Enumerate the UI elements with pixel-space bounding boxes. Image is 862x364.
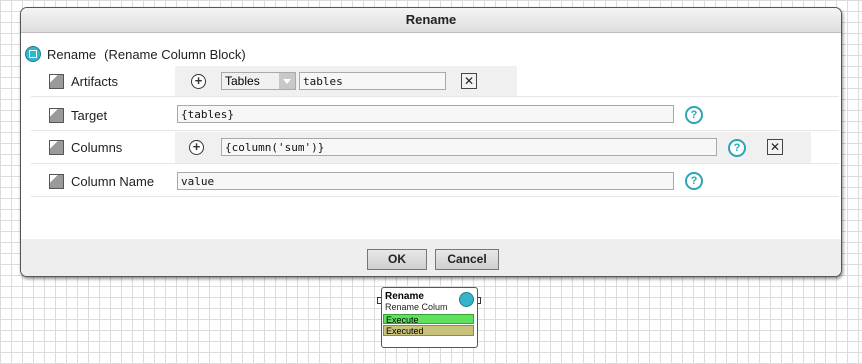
remove-icon[interactable]: ✕ (461, 73, 477, 89)
cancel-button[interactable]: Cancel (435, 249, 499, 270)
add-icon[interactable]: + (189, 140, 204, 155)
help-icon[interactable]: ? (728, 139, 746, 157)
node-title: Rename (385, 291, 424, 302)
artifacts-field[interactable]: tables (299, 72, 446, 90)
columns-field[interactable]: {column('sum')} (221, 138, 717, 156)
property-icon (49, 140, 64, 155)
ok-button[interactable]: OK (367, 249, 427, 270)
remove-icon[interactable]: ✕ (767, 139, 783, 155)
execute-port[interactable]: Execute (383, 314, 474, 325)
artifact-type-value: Tables (225, 74, 260, 88)
property-icon (49, 107, 64, 123)
block-header: Rename (Rename Column Block) (25, 45, 246, 63)
block-icon (25, 46, 41, 62)
dialog-footer: OK Cancel (21, 239, 841, 276)
node-subtitle: Rename Colum (385, 302, 448, 312)
rename-block-node[interactable]: Rename Rename Colum Execute Executed (381, 287, 478, 348)
rename-dialog: Rename Rename (Rename Column Block) Arti… (20, 7, 842, 277)
property-row-columns: Columns + {column('sum')} ? ✕ (31, 132, 839, 164)
property-icon (49, 173, 64, 189)
column-name-field[interactable]: value (177, 172, 674, 190)
property-label-artifacts: Artifacts (71, 73, 118, 89)
property-row-target: Target {tables} ? (31, 100, 839, 131)
artifact-type-select[interactable]: Tables (221, 72, 296, 90)
dialog-title: Rename (21, 8, 841, 33)
add-icon[interactable]: + (191, 73, 206, 89)
help-icon[interactable]: ? (685, 106, 703, 124)
block-subtitle: (Rename Column Block) (104, 46, 246, 62)
executed-port[interactable]: Executed (383, 325, 474, 336)
property-label-columns: Columns (71, 140, 123, 155)
property-row-column-name: Column Name value ? (31, 166, 839, 197)
property-icon (49, 73, 64, 89)
block-icon (459, 292, 474, 307)
property-label-column-name: Column Name (71, 173, 155, 189)
property-label-target: Target (71, 107, 108, 123)
help-icon[interactable]: ? (685, 172, 703, 190)
block-name: Rename (47, 46, 97, 62)
property-row-artifacts: Artifacts + Tables tables ✕ (31, 66, 839, 97)
target-field[interactable]: {tables} (177, 105, 674, 123)
chevron-down-icon[interactable] (279, 73, 295, 89)
